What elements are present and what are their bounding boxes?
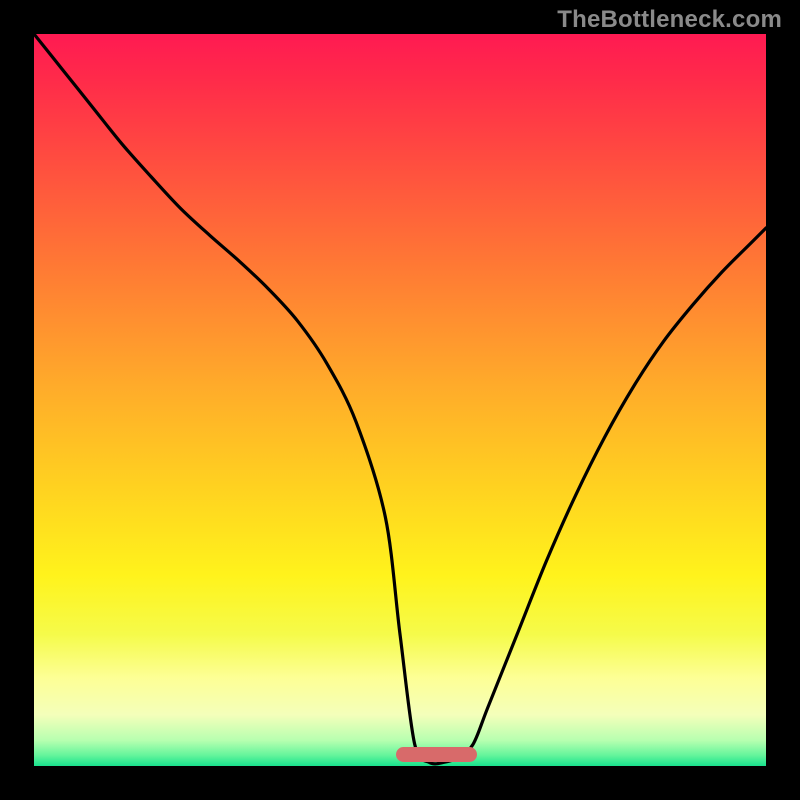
watermark-text: TheBottleneck.com (557, 6, 782, 34)
plot-area (34, 34, 766, 766)
optimal-marker (396, 747, 477, 762)
chart-frame: TheBottleneck.com (0, 0, 800, 800)
bottleneck-curve (34, 34, 766, 766)
